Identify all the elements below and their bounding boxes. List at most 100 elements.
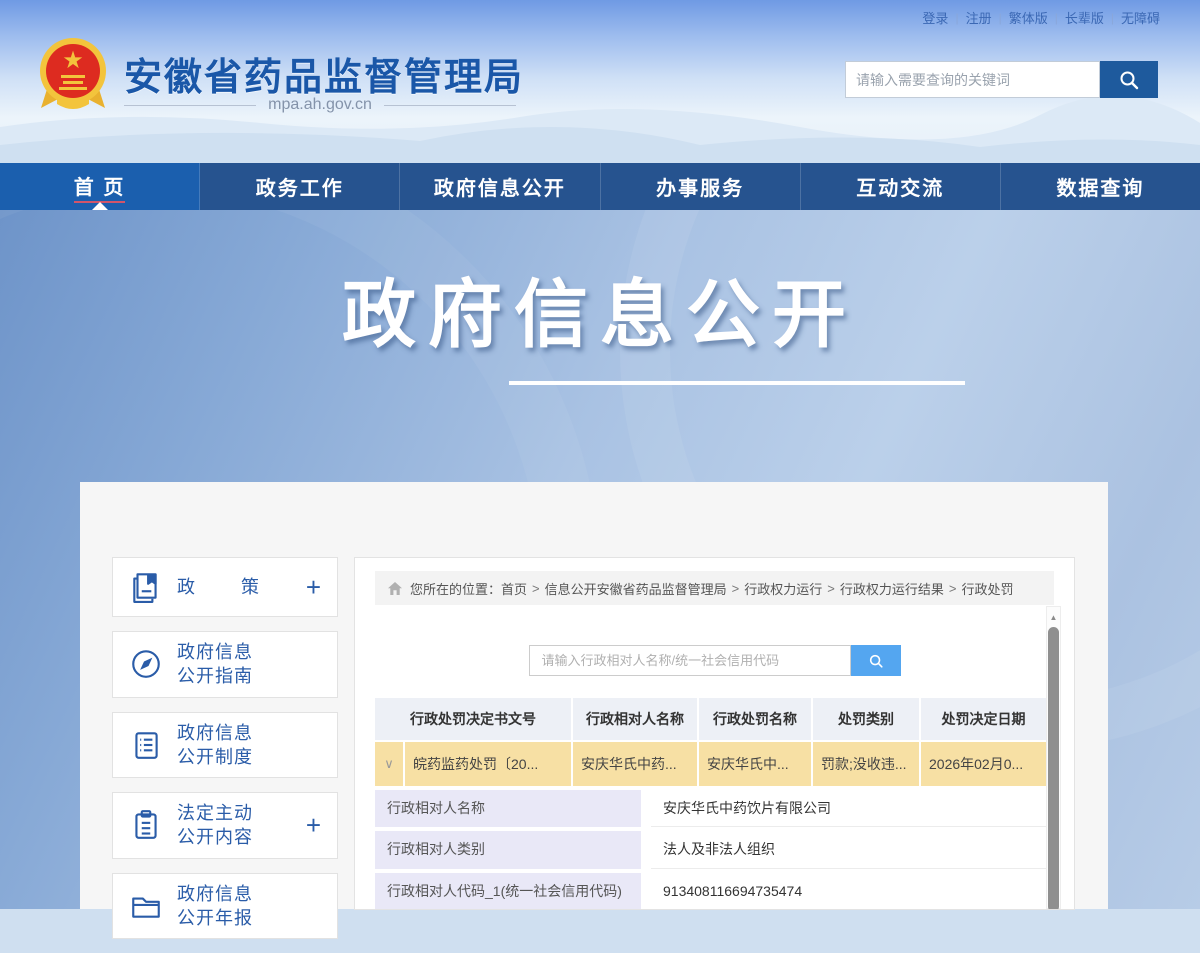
nav-label: 互动交流 — [856, 178, 945, 200]
column-header-penalty-type: 处罚类别 — [813, 698, 919, 740]
breadcrumb-prefix: 您所在的位置： — [410, 581, 502, 597]
penalty-search-input[interactable] — [528, 645, 851, 676]
nav-label: 政务工作 — [255, 178, 344, 200]
vertical-scrollbar[interactable]: ▲ — [1046, 606, 1061, 909]
breadcrumb-separator: > — [948, 580, 957, 596]
table-header-row: 行政处罚决定书文号 行政相对人名称 行政处罚名称 处罚类别 处罚决定日期 — [375, 698, 1046, 740]
breadcrumb-item-power-operation[interactable]: 行政权力运行 — [744, 579, 822, 598]
cell-penalty-type: 罚款;没收违... — [813, 742, 919, 786]
top-utility-links: 登录 | 注册 | 繁体版 | 长辈版 | 无障碍 — [922, 8, 1160, 27]
detail-value-party-name: 安庆华氏中药饮片有限公司 — [651, 790, 1046, 828]
nav-label: 办事服务 — [656, 178, 745, 200]
divider — [383, 104, 517, 106]
column-header-document-number: 行政处罚决定书文号 — [375, 698, 571, 740]
sidebar-item-statutory-disclosure[interactable]: 法定主动公开内容 + — [112, 792, 338, 859]
sidebar-item-label: 政府信息公开年报 — [177, 883, 253, 929]
breadcrumb-separator: > — [827, 580, 835, 596]
nav-item-interaction[interactable]: 互动交流 — [801, 163, 1001, 210]
nav-item-data-query[interactable]: 数据查询 — [1001, 163, 1200, 210]
home-icon — [387, 581, 403, 596]
column-header-party-name: 行政相对人名称 — [573, 698, 697, 740]
register-link[interactable]: 注册 — [966, 8, 992, 27]
folder-icon — [129, 889, 165, 923]
policy-book-icon — [129, 570, 165, 604]
site-header: 登录 | 注册 | 繁体版 | 长辈版 | 无障碍 ★ 安徽省药品监督管理局 m… — [0, 0, 1200, 163]
sidebar-item-label: 法定主动公开内容 — [177, 803, 253, 848]
sidebar-item-annual-report[interactable]: 政府信息公开年报 — [112, 872, 338, 940]
nav-item-info-disclosure[interactable]: 政府信息公开 — [400, 163, 601, 210]
sidebar-item-disclosure-rules[interactable]: 政府信息公开制度 — [112, 711, 338, 779]
breadcrumb-item-operation-results[interactable]: 行政权力运行结果 — [840, 579, 944, 598]
chevron-down-icon[interactable]: ∨ — [384, 756, 394, 772]
link-separator: | — [998, 10, 1002, 25]
search-icon — [1120, 71, 1139, 89]
link-separator: | — [1110, 10, 1114, 25]
sidebar-item-label: 政府信息公开制度 — [177, 722, 253, 767]
nav-item-services[interactable]: 办事服务 — [601, 163, 801, 210]
search-icon — [869, 654, 883, 668]
compass-icon — [129, 647, 165, 681]
breadcrumb-separator: > — [731, 580, 740, 596]
sidebar-item-label: 政 策 — [177, 576, 273, 597]
nav-label: 数据查询 — [1056, 178, 1145, 200]
svg-text:★: ★ — [62, 47, 84, 74]
table-row[interactable]: ∨ 皖药监药处罚〔20... 安庆华氏中药... 安庆华氏中... 罚款;没收违… — [375, 742, 1046, 786]
breadcrumb-item-penalty[interactable]: 行政处罚 — [961, 579, 1013, 598]
detail-label-party-name: 行政相对人名称 — [375, 790, 641, 828]
national-emblem-icon: ★ — [40, 38, 106, 109]
header-search-input[interactable] — [845, 61, 1100, 98]
nav-label: 政府信息公开 — [433, 178, 566, 200]
plus-expand-icon[interactable]: + — [306, 812, 321, 838]
page-title: 政府信息公开 — [342, 273, 858, 356]
title-underline — [509, 381, 965, 385]
plus-expand-icon[interactable]: + — [306, 574, 321, 600]
sidebar-menu: 政 策 + 政府信息公开指南 政府信息公开制度 法定主动公开内容 + 政府信息公… — [112, 557, 338, 953]
penalty-search-button[interactable] — [850, 645, 901, 676]
link-separator: | — [955, 10, 959, 25]
column-header-penalty-name: 行政处罚名称 — [699, 698, 811, 740]
content-panel: 政 策 + 政府信息公开指南 政府信息公开制度 法定主动公开内容 + 政府信息公… — [80, 482, 1108, 940]
site-title[interactable]: 安徽省药品监督管理局 — [124, 46, 524, 101]
cell-document-number: 皖药监药处罚〔20... — [405, 742, 571, 786]
scroll-up-icon[interactable]: ▲ — [1050, 613, 1058, 622]
accessibility-link[interactable]: 无障碍 — [1121, 8, 1160, 27]
site-url-text: mpa.ah.gov.cn — [268, 96, 372, 113]
penalty-table: 行政处罚决定书文号 行政相对人名称 行政处罚名称 处罚类别 处罚决定日期 ∨ 皖… — [375, 698, 1046, 909]
sidebar-item-policy[interactable]: 政 策 + — [112, 557, 338, 617]
breadcrumb: 您所在的位置： 首页 > 信息公开安徽省药品监督管理局 > 行政权力运行 > 行… — [375, 571, 1054, 605]
breadcrumb-separator: > — [532, 580, 540, 596]
detail-row: 行政相对人名称 安庆华氏中药饮片有限公司 — [375, 790, 1046, 828]
detail-row: 行政相对人类别 法人及非法人组织 — [375, 831, 1046, 869]
link-separator: | — [1054, 10, 1058, 25]
clipboard-icon — [129, 808, 165, 842]
nav-item-government-work[interactable]: 政务工作 — [200, 163, 401, 210]
detail-value-credit-code: 913408116694735474 — [651, 872, 1046, 909]
nav-label: 首 页 — [73, 171, 126, 203]
site-url-row: mpa.ah.gov.cn — [124, 96, 517, 114]
detail-row: 行政相对人代码_1(统一社会信用代码) 913408116694735474 — [375, 872, 1046, 909]
header-search — [845, 61, 1158, 98]
column-header-decision-date: 处罚决定日期 — [921, 698, 1046, 740]
cell-penalty-name: 安庆华氏中... — [699, 742, 811, 786]
scrollbar-thumb[interactable] — [1048, 627, 1059, 909]
national-emblem-logo[interactable]: ★ — [36, 34, 110, 118]
nav-item-home[interactable]: 首 页 — [0, 163, 201, 210]
divider — [124, 104, 257, 106]
breadcrumb-item-agency[interactable]: 信息公开安徽省药品监督管理局 — [545, 579, 727, 598]
elder-version-link[interactable]: 长辈版 — [1065, 8, 1104, 27]
penalty-search-row — [355, 645, 1074, 676]
header-search-button[interactable] — [1100, 61, 1158, 98]
login-link[interactable]: 登录 — [922, 8, 948, 27]
sidebar-item-label: 政府信息公开指南 — [177, 642, 253, 687]
document-list-icon — [129, 728, 165, 762]
detail-label-credit-code: 行政相对人代码_1(统一社会信用代码) — [375, 872, 641, 909]
breadcrumb-item-home[interactable]: 首页 — [501, 579, 527, 598]
sidebar-item-disclosure-guide[interactable]: 政府信息公开指南 — [112, 631, 338, 698]
traditional-chinese-link[interactable]: 繁体版 — [1009, 8, 1048, 27]
main-content-box: 您所在的位置： 首页 > 信息公开安徽省药品监督管理局 > 行政权力运行 > 行… — [354, 557, 1075, 910]
detail-value-party-category: 法人及非法人组织 — [651, 831, 1046, 869]
main-navigation: 首 页 政务工作 政府信息公开 办事服务 互动交流 数据查询 — [0, 163, 1200, 210]
detail-label-party-category: 行政相对人类别 — [375, 831, 641, 869]
cell-decision-date: 2026年02月0... — [921, 742, 1046, 786]
cell-party-name: 安庆华氏中药... — [573, 742, 697, 786]
